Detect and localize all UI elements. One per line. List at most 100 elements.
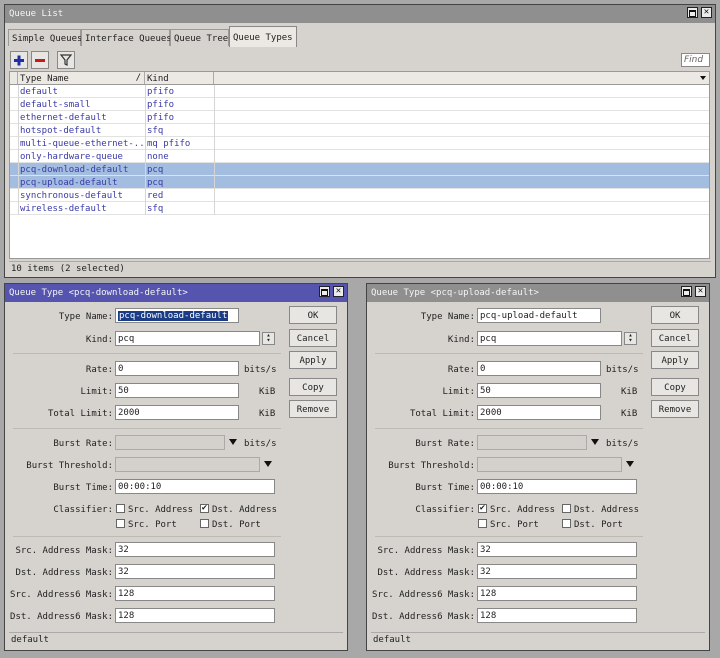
ok-button[interactable]: OK: [651, 306, 699, 324]
total-limit-input[interactable]: 2000: [477, 405, 601, 420]
burst-rate-input[interactable]: [115, 435, 225, 450]
burst-time-input[interactable]: 00:00:10: [115, 479, 275, 494]
ok-button[interactable]: OK: [289, 306, 337, 324]
rate-unit: bits/s: [244, 365, 277, 375]
burst-rate-unit: bits/s: [244, 439, 277, 449]
dialog-titlebar: Queue Type <pcq-upload-default> ✕: [367, 284, 709, 302]
dst-address6-mask-input[interactable]: 128: [477, 608, 637, 623]
row-divider: [18, 202, 19, 215]
row-divider: [18, 124, 19, 137]
remove-button[interactable]: Remove: [651, 400, 699, 418]
dialog-status-bar: default: [371, 632, 705, 646]
table-row[interactable]: only-hardware-queue none: [10, 150, 709, 163]
burst-rate-chevron-down-icon[interactable]: [591, 439, 599, 445]
dst-address-mask-input[interactable]: 32: [115, 564, 275, 579]
copy-button[interactable]: Copy: [289, 378, 337, 396]
remove-button[interactable]: [31, 51, 49, 69]
tab-queue-types[interactable]: Queue Types: [229, 26, 297, 47]
total-limit-value: 2000: [480, 408, 502, 418]
dst-address-checkbox[interactable]: [562, 504, 571, 513]
tab-simple-queues[interactable]: Simple Queues: [8, 29, 82, 46]
table-row[interactable]: multi-queue-ethernet-... mq pfifo: [10, 137, 709, 150]
dst-port-checkbox[interactable]: [562, 519, 571, 528]
column-menu-chevron-down-icon[interactable]: [700, 76, 706, 80]
dst-address-checkbox[interactable]: ✔: [200, 504, 209, 513]
table-row[interactable]: default-small pfifo: [10, 98, 709, 111]
dst-address6-mask-input[interactable]: 128: [115, 608, 275, 623]
table-row[interactable]: pcq-upload-default pcq: [10, 176, 709, 189]
type-name-input[interactable]: pcq-upload-default: [477, 308, 601, 323]
burst-threshold-input[interactable]: [115, 457, 260, 472]
close-icon[interactable]: ✕: [333, 286, 344, 297]
limit-input[interactable]: 50: [477, 383, 601, 398]
kind-select[interactable]: pcq: [477, 331, 622, 346]
column-header-kind[interactable]: Kind: [145, 72, 214, 84]
total-limit-label: Total Limit:: [409, 409, 475, 419]
burst-threshold-chevron-down-icon[interactable]: [626, 461, 634, 467]
cell-kind: pcq: [147, 165, 164, 175]
cell-kind: pfifo: [147, 87, 175, 97]
burst-threshold-input[interactable]: [477, 457, 622, 472]
burst-time-input[interactable]: 00:00:10: [477, 479, 637, 494]
type-name-input[interactable]: pcq-download-default: [115, 308, 239, 323]
tab-queue-tree[interactable]: Queue Tree: [170, 29, 229, 46]
src-address-mask-input[interactable]: 32: [477, 542, 637, 557]
column-header-type-name[interactable]: Type Name /: [18, 72, 145, 84]
src-port-checkbox[interactable]: [478, 519, 487, 528]
maximize-icon[interactable]: [687, 7, 698, 18]
find-input[interactable]: Find: [681, 53, 710, 67]
rate-input[interactable]: 0: [477, 361, 601, 376]
kind-dropdown-chevron-icon[interactable]: ▴ ▾: [624, 332, 637, 345]
table-row[interactable]: hotspot-default sfq: [10, 124, 709, 137]
row-divider: [214, 85, 215, 98]
cancel-button[interactable]: Cancel: [289, 329, 337, 347]
burst-rate-label: Burst Rate:: [53, 439, 113, 449]
type-name-value: pcq-download-default: [118, 311, 229, 321]
filter-button[interactable]: [57, 51, 75, 69]
maximize-icon[interactable]: [319, 286, 330, 297]
dst-address-mask-value: 32: [118, 567, 129, 577]
row-divider: [214, 150, 215, 163]
table-row[interactable]: wireless-default sfq: [10, 202, 709, 215]
src-address6-mask-input[interactable]: 128: [477, 586, 637, 601]
src-port-checkbox[interactable]: [116, 519, 125, 528]
table-row[interactable]: ethernet-default pfifo: [10, 111, 709, 124]
dst-address6-mask-value: 128: [480, 611, 497, 621]
table-row[interactable]: synchronous-default red: [10, 189, 709, 202]
row-divider: [214, 176, 215, 189]
row-divider: [18, 85, 19, 98]
maximize-icon[interactable]: [681, 286, 692, 297]
cell-kind: none: [147, 152, 169, 162]
kind-dropdown-chevron-icon[interactable]: ▴ ▾: [262, 332, 275, 345]
apply-button[interactable]: Apply: [289, 351, 337, 369]
src-address-checkbox[interactable]: ✔: [478, 504, 487, 513]
close-icon[interactable]: ✕: [695, 286, 706, 297]
row-divider: [145, 85, 146, 98]
cancel-button[interactable]: Cancel: [651, 329, 699, 347]
src-address-mask-input[interactable]: 32: [115, 542, 275, 557]
burst-rate-chevron-down-icon[interactable]: [229, 439, 237, 445]
src-address6-mask-input[interactable]: 128: [115, 586, 275, 601]
tab-interface-queues[interactable]: Interface Queues: [81, 29, 172, 46]
burst-rate-input[interactable]: [477, 435, 587, 450]
burst-threshold-chevron-down-icon[interactable]: [264, 461, 272, 467]
rate-input[interactable]: 0: [115, 361, 239, 376]
kind-select[interactable]: pcq: [115, 331, 260, 346]
dst-address-mask-input[interactable]: 32: [477, 564, 637, 579]
apply-button[interactable]: Apply: [651, 351, 699, 369]
table-row[interactable]: pcq-download-default pcq: [10, 163, 709, 176]
src-address-mask-label: Src. Address Mask:: [377, 546, 475, 556]
remove-button[interactable]: Remove: [289, 400, 337, 418]
close-icon[interactable]: ✕: [701, 7, 712, 18]
dst-port-checkbox[interactable]: [200, 519, 209, 528]
table-row[interactable]: default pfifo: [10, 85, 709, 98]
src-address-checkbox[interactable]: [116, 504, 125, 513]
total-limit-input[interactable]: 2000: [115, 405, 239, 420]
rate-value: 0: [480, 364, 486, 374]
add-button[interactable]: [10, 51, 28, 69]
row-divider: [214, 124, 215, 137]
total-limit-label: Total Limit:: [47, 409, 113, 419]
limit-input[interactable]: 50: [115, 383, 239, 398]
copy-button[interactable]: Copy: [651, 378, 699, 396]
limit-label: Limit:: [442, 387, 475, 397]
